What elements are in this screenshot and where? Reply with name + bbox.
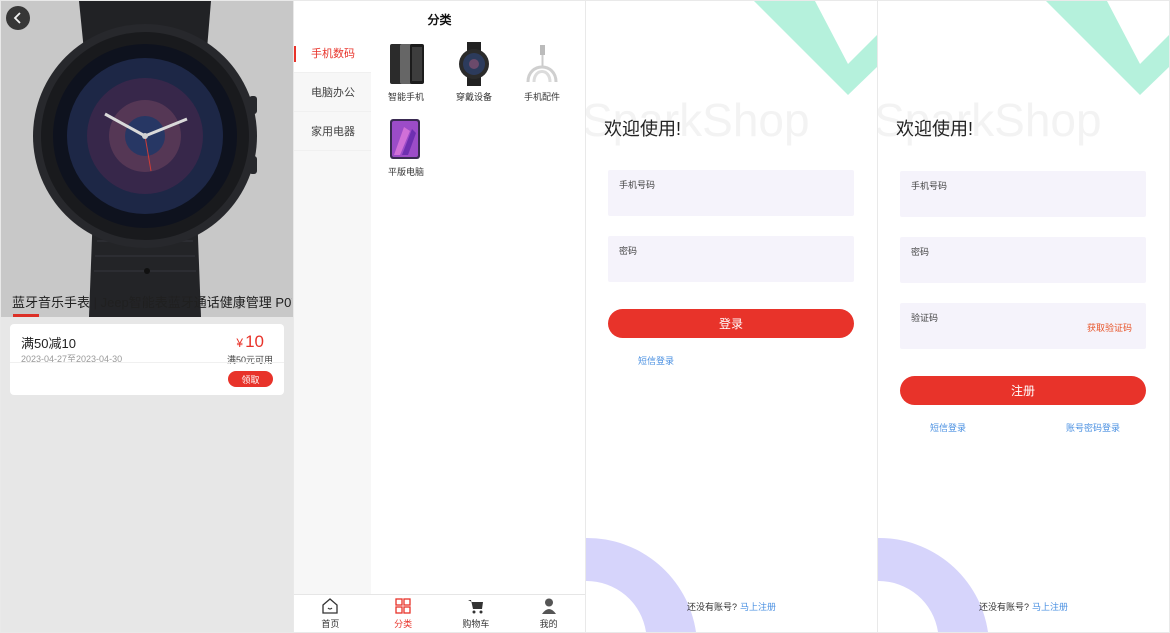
- coupon-amount: ¥10: [236, 332, 264, 352]
- code-input[interactable]: [911, 325, 1051, 343]
- password-login-link[interactable]: 账号密码登录: [1066, 421, 1120, 434]
- password-field[interactable]: 密码: [608, 236, 854, 282]
- coupon-card: 满50减10 2023-04-27至2023-04-30 ¥10 满50元可用 …: [10, 324, 284, 395]
- coupon-divider: [10, 362, 284, 363]
- category-sidebar: 手机数码 电脑办公 家用电器: [294, 34, 371, 595]
- phone-field-label: 手机号码: [911, 181, 948, 191]
- no-account-text: 还没有账号?: [978, 602, 1029, 612]
- phone-field[interactable]: 手机号码: [900, 171, 1146, 217]
- get-code-button[interactable]: 获取验证码: [1087, 321, 1132, 334]
- login-button[interactable]: 登录: [608, 309, 854, 338]
- sms-login-link[interactable]: 短信登录: [638, 354, 674, 367]
- register-button[interactable]: 注册: [900, 376, 1146, 405]
- tab-category[interactable]: 分类: [367, 595, 440, 632]
- page-title: 分类: [427, 13, 452, 27]
- user-icon: [541, 598, 556, 614]
- coupon-amount-value: 10: [245, 332, 264, 351]
- category-panel: 分类 手机数码 电脑办公 家用电器 智能手机 穿戴设备 手机配件 平版电脑 首页…: [294, 1, 585, 632]
- register-prompt: 还没有账号? 马上注册: [586, 600, 877, 613]
- category-item-label: 手机配件: [523, 92, 560, 102]
- sidebar-item-appliance[interactable]: 家用电器: [294, 112, 371, 151]
- tab-mine[interactable]: 我的: [512, 595, 585, 632]
- category-item-label: 智能手机: [387, 92, 424, 102]
- tab-label: 首页: [321, 619, 340, 629]
- product-detail-panel: 蓝牙音乐手表 | Jeep智能表蓝牙通话健康管理 P07 满50减10 2023…: [1, 1, 293, 632]
- claim-coupon-button[interactable]: 领取: [228, 371, 273, 387]
- currency-symbol: ¥: [236, 336, 244, 350]
- sidebar-item-computer[interactable]: 电脑办公: [294, 73, 371, 112]
- login-panel: SparkShop 欢迎使用! 手机号码 密码 登录 短信登录 还没有账号? 马上…: [586, 1, 877, 632]
- no-account-text: 还没有账号?: [686, 602, 737, 612]
- screen: 蓝牙音乐手表 | Jeep智能表蓝牙通话健康管理 P07 满50减10 2023…: [0, 0, 1170, 633]
- coupon-title: 满50减10: [21, 336, 76, 351]
- welcome-heading: 欢迎使用!: [896, 119, 974, 139]
- tablet-icon: [390, 119, 420, 159]
- password-field-label: 密码: [619, 246, 638, 256]
- category-item-accessory[interactable]: 手机配件: [508, 42, 576, 103]
- password-input[interactable]: [619, 258, 819, 276]
- sms-login-link[interactable]: 短信登录: [930, 421, 966, 434]
- coupon-condition: 满50元可用: [226, 355, 273, 365]
- phone-icon: [390, 44, 424, 84]
- phone-field[interactable]: 手机号码: [608, 170, 854, 216]
- tab-cart[interactable]: 购物车: [440, 595, 513, 632]
- tab-home[interactable]: 首页: [294, 595, 367, 632]
- password-input[interactable]: [911, 259, 1111, 277]
- category-item-phone[interactable]: 智能手机: [372, 42, 440, 103]
- welcome-heading: 欢迎使用!: [604, 119, 682, 139]
- password-field[interactable]: 密码: [900, 237, 1146, 283]
- tab-label: 我的: [539, 619, 558, 629]
- code-field-label: 验证码: [911, 313, 939, 323]
- register-link[interactable]: 马上注册: [740, 602, 776, 612]
- sidebar-item-digital[interactable]: 手机数码: [294, 34, 371, 73]
- register-link[interactable]: 马上注册: [1032, 602, 1068, 612]
- tab-label: 分类: [394, 619, 413, 629]
- smartwatch-icon: [459, 42, 489, 86]
- category-item-wearable[interactable]: 穿戴设备: [440, 42, 508, 103]
- coupon-date-range: 2023-04-27至2023-04-30: [21, 354, 123, 364]
- category-item-tablet[interactable]: 平版电脑: [372, 117, 440, 178]
- verification-code-field[interactable]: 验证码 获取验证码: [900, 303, 1146, 349]
- tab-label: 购物车: [462, 619, 490, 629]
- category-item-label: 穿戴设备: [455, 92, 492, 102]
- register-prompt: 还没有账号? 马上注册: [878, 600, 1169, 613]
- home-icon: [322, 598, 339, 614]
- grid-icon: [395, 598, 411, 614]
- password-field-label: 密码: [911, 247, 930, 257]
- phone-input[interactable]: [911, 193, 1111, 211]
- modal-overlay[interactable]: [1, 1, 293, 632]
- phone-input[interactable]: [619, 192, 819, 210]
- bottom-tabbar: 首页 分类 购物车 我的: [294, 594, 585, 632]
- cable-icon: [526, 45, 558, 83]
- category-item-label: 平版电脑: [387, 167, 424, 177]
- cart-icon: [467, 600, 483, 614]
- register-panel: SparkShop 欢迎使用! 手机号码 密码 验证码 获取验证码 注册 短信登…: [878, 1, 1169, 632]
- phone-field-label: 手机号码: [619, 180, 656, 190]
